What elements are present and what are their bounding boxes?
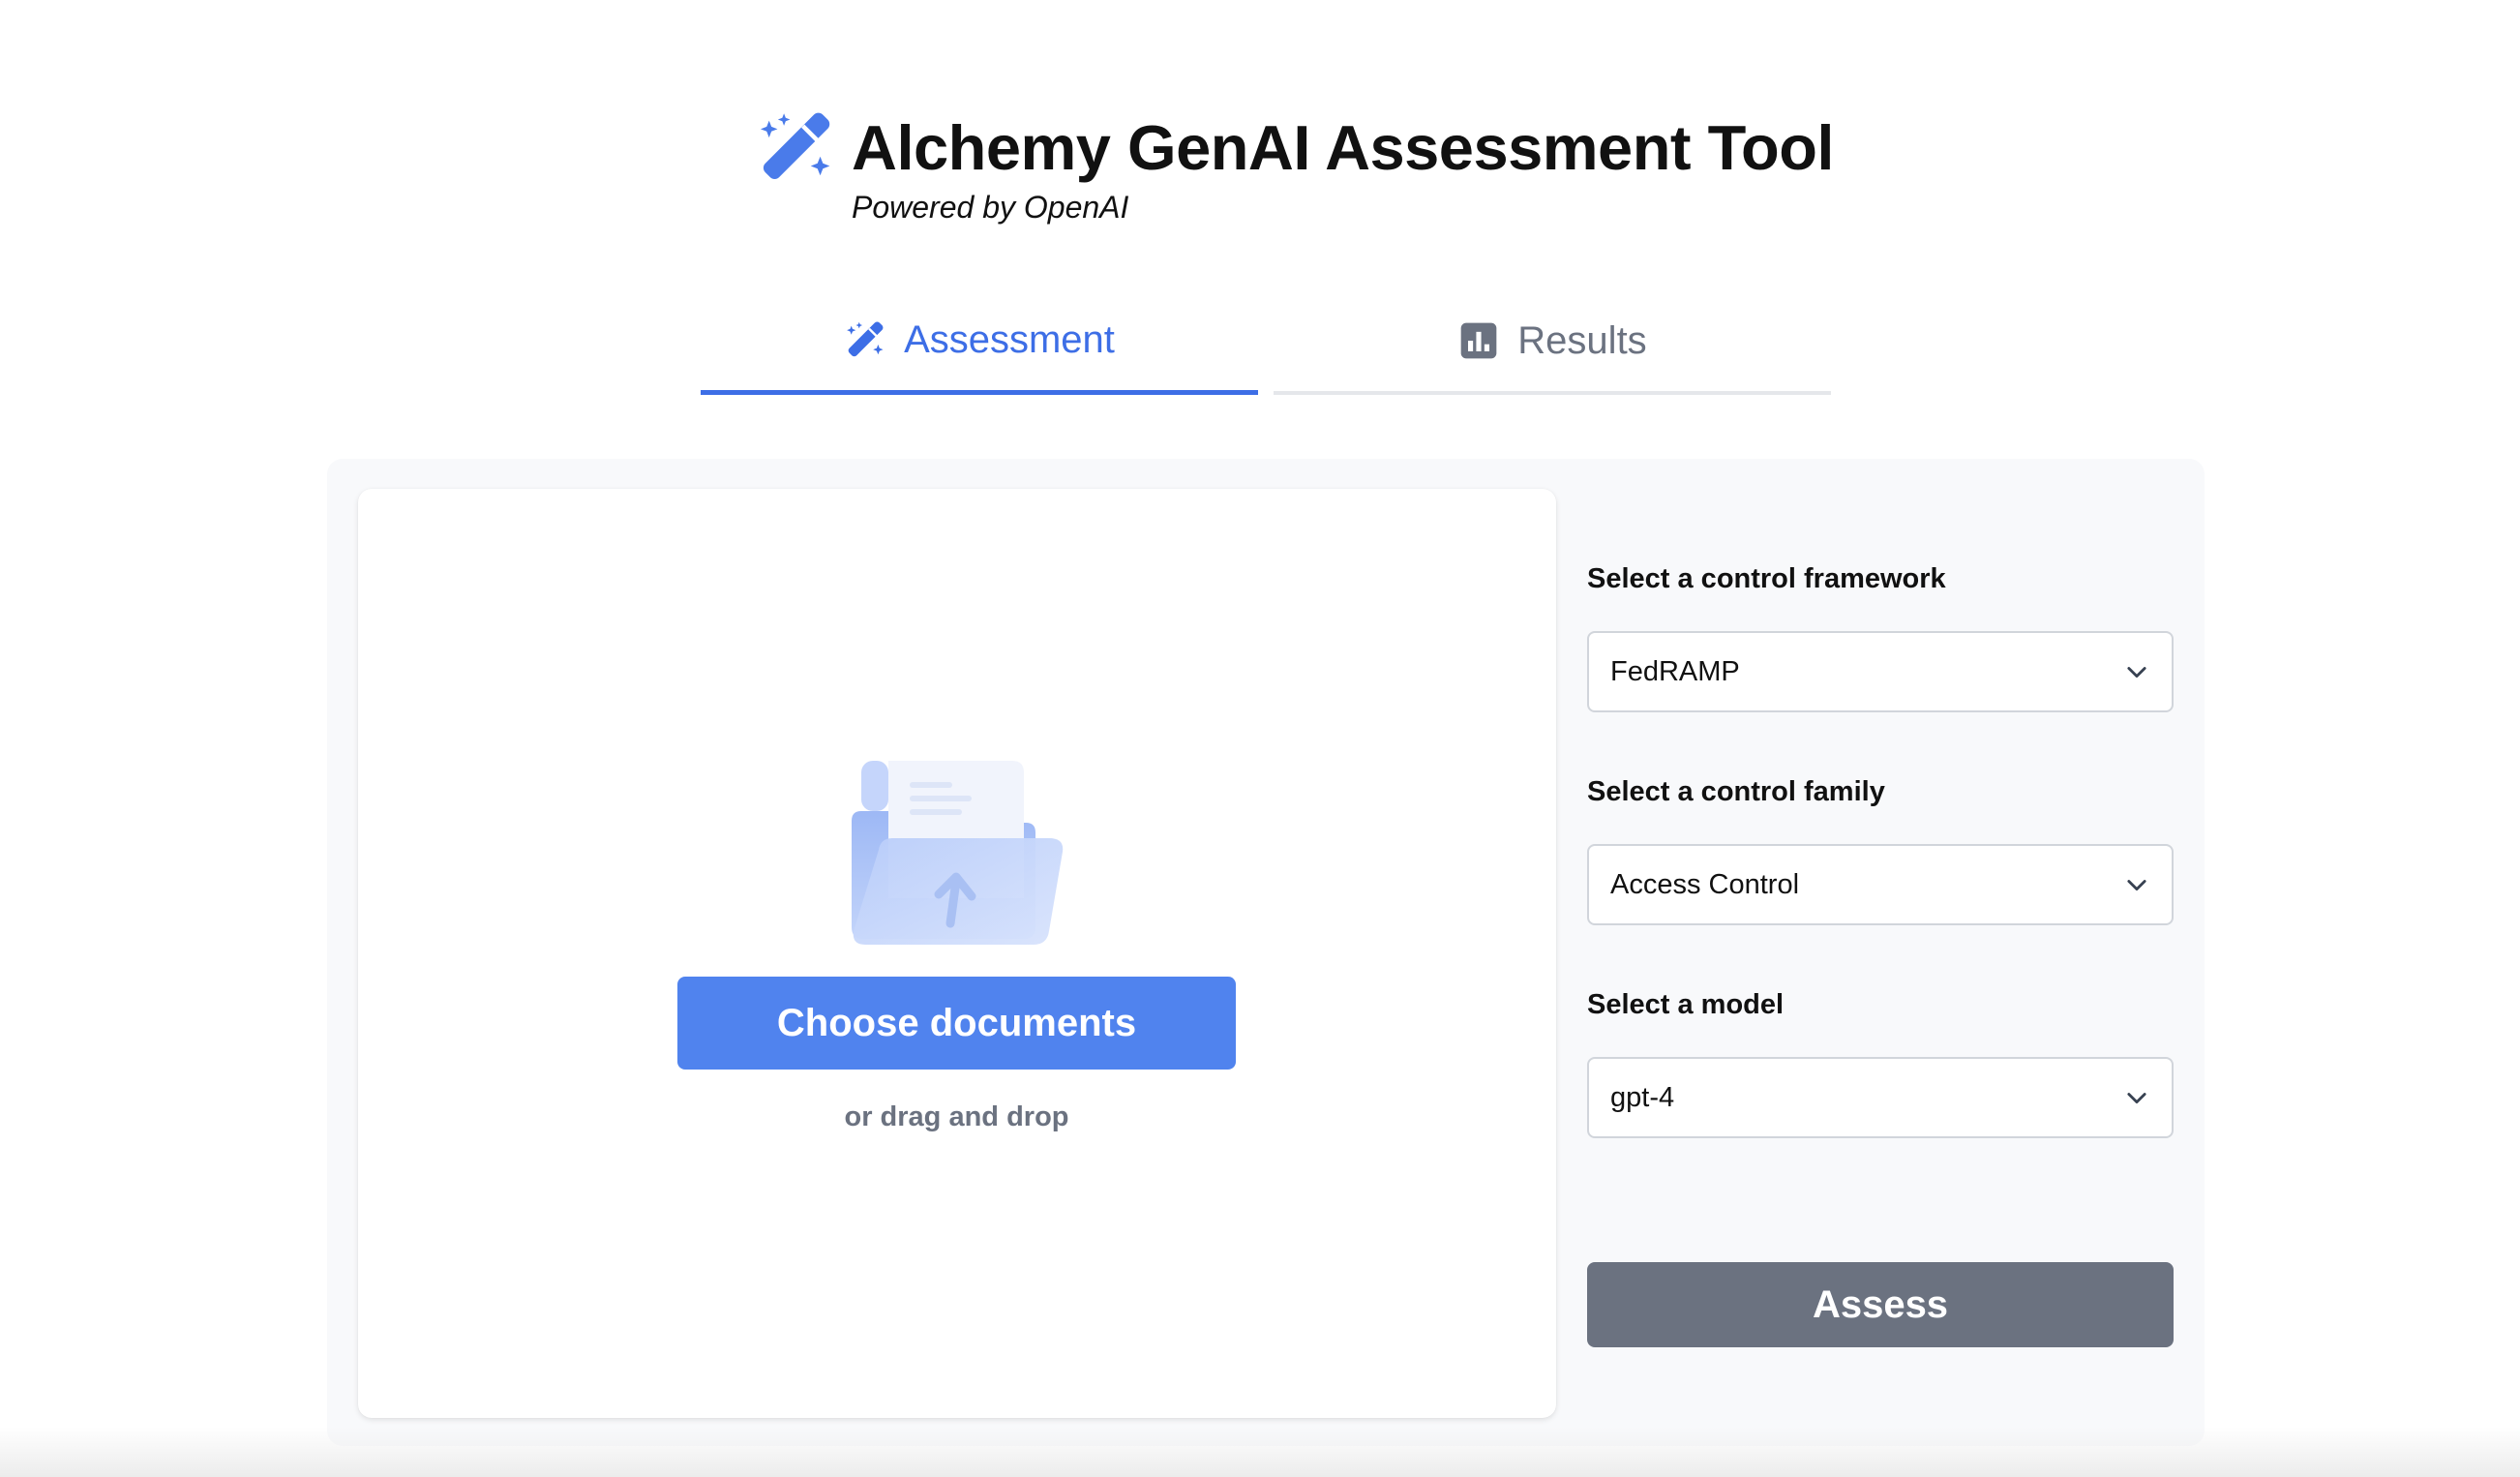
magic-wand-icon	[760, 112, 830, 180]
bar-chart-icon	[1460, 322, 1497, 359]
bottom-fade	[0, 1427, 2520, 1477]
framework-select[interactable]: FedRAMP	[1587, 631, 2174, 712]
drag-drop-hint: or drag and drop	[844, 1101, 1069, 1132]
model-select-value: gpt-4	[1610, 1081, 1675, 1113]
tab-assessment-label: Assessment	[904, 318, 1115, 361]
tab-results[interactable]: Results	[1274, 290, 1831, 395]
app-root: Alchemy GenAI Assessment Tool Powered by…	[0, 0, 2520, 1477]
family-select[interactable]: Access Control	[1587, 844, 2174, 925]
model-select[interactable]: gpt-4	[1587, 1057, 2174, 1138]
framework-label: Select a control framework	[1587, 563, 1946, 594]
chevron-down-icon	[2127, 880, 2146, 891]
app-title: Alchemy GenAI Assessment Tool	[852, 112, 1834, 183]
assess-button[interactable]: Assess	[1587, 1262, 2174, 1347]
model-label: Select a model	[1587, 989, 1785, 1020]
folder-upload-illustration	[852, 761, 1064, 945]
choose-documents-button[interactable]: Choose documents	[677, 977, 1236, 1070]
chevron-down-icon	[2127, 667, 2146, 678]
family-select-value: Access Control	[1610, 868, 1800, 900]
tab-results-label: Results	[1517, 318, 1647, 362]
magic-wand-icon	[847, 320, 884, 356]
framework-select-value: FedRAMP	[1610, 655, 1740, 687]
chevron-down-icon	[2127, 1093, 2146, 1104]
app-subtitle: Powered by OpenAI	[852, 190, 1129, 225]
family-label: Select a control family	[1587, 776, 1885, 807]
tab-assessment[interactable]: Assessment	[701, 290, 1258, 395]
upload-dropzone[interactable]	[358, 489, 1556, 1418]
